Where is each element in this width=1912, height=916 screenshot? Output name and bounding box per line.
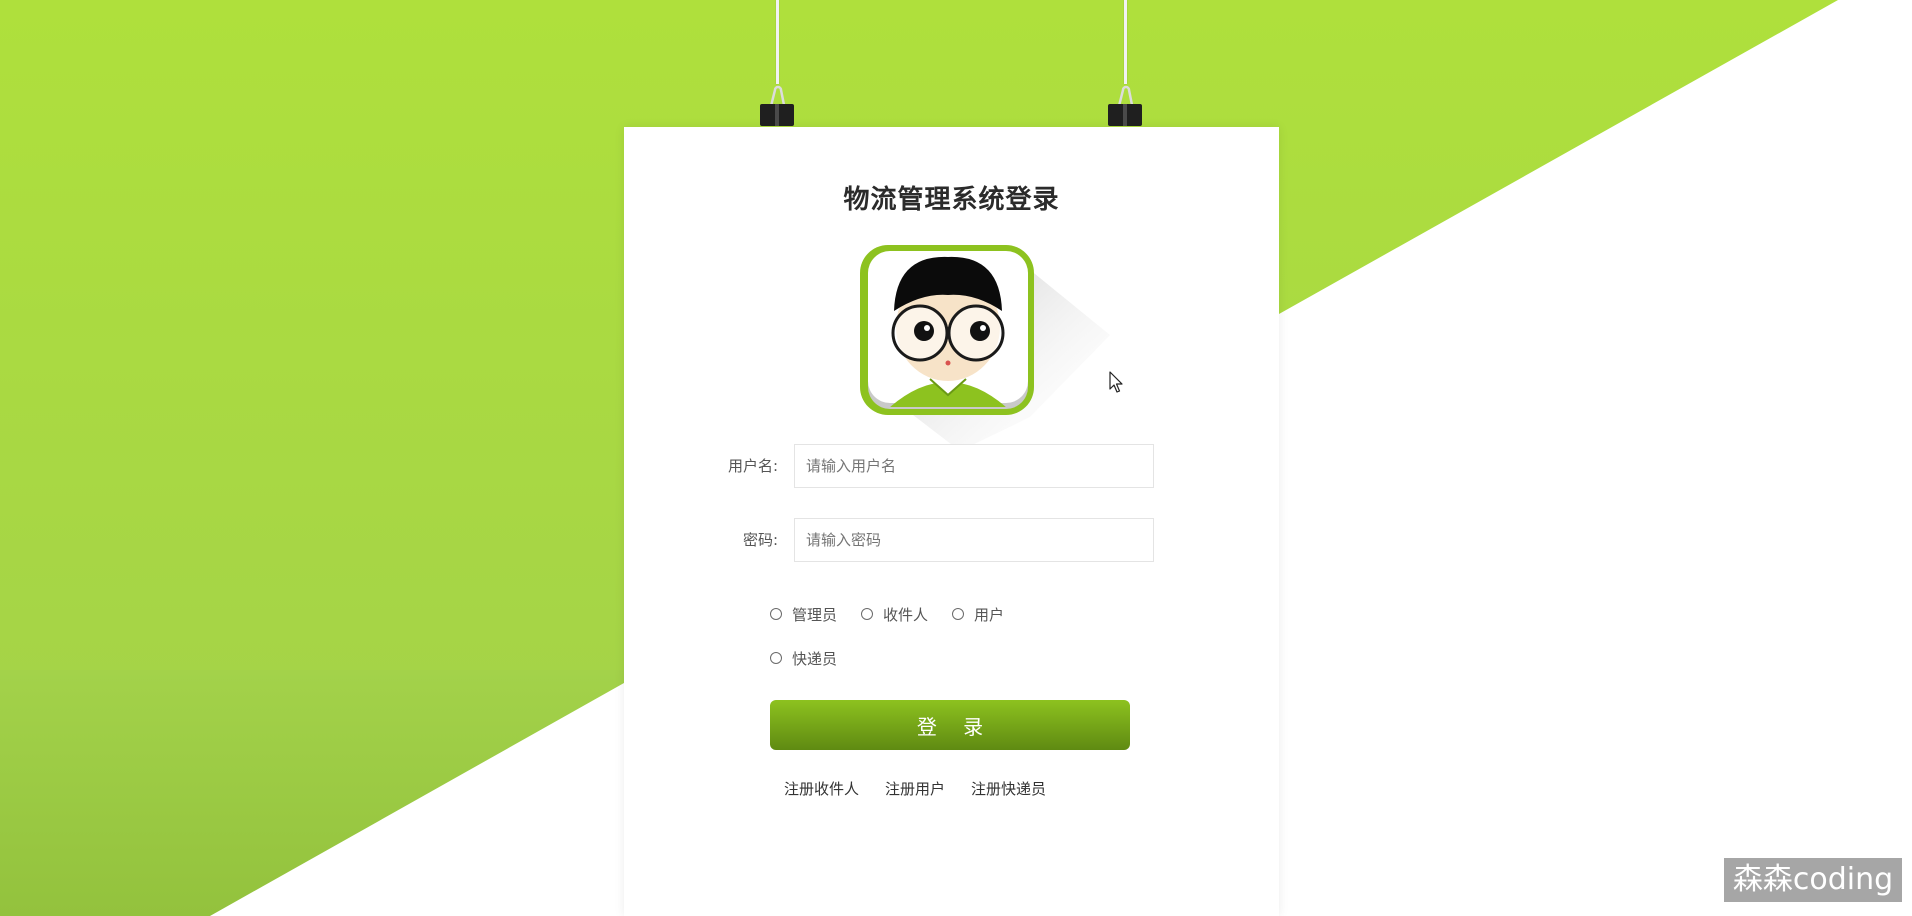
role-label-recipient: 收件人 — [883, 605, 929, 624]
watermark: 森森coding — [1724, 858, 1902, 902]
role-label-admin: 管理员 — [792, 605, 838, 624]
role-radio-row-1: 管理员 收件人 用户 — [770, 602, 1028, 626]
role-option-admin[interactable]: 管理员 — [770, 604, 837, 625]
mouse-cursor-icon — [1109, 371, 1123, 393]
register-recipient-link[interactable]: 注册收件人 — [784, 778, 859, 799]
register-user-link[interactable]: 注册用户 — [885, 778, 945, 799]
background-green-bottom — [0, 670, 624, 916]
role-option-recipient[interactable]: 收件人 — [861, 604, 928, 625]
username-row: 用户名: — [684, 444, 1154, 488]
binder-clip-left-icon — [760, 85, 794, 126]
radio-courier[interactable] — [770, 652, 782, 664]
hanging-string-right — [1124, 0, 1127, 84]
radio-user[interactable] — [952, 608, 965, 620]
username-input[interactable] — [794, 444, 1154, 488]
role-label-user: 用户 — [974, 605, 1005, 624]
login-button[interactable]: 登 录 — [770, 700, 1130, 750]
page-title: 物流管理系统登录 — [843, 185, 1060, 215]
username-label: 用户名: — [727, 457, 778, 475]
password-label: 密码: — [742, 531, 778, 549]
hanging-string-left — [776, 0, 779, 84]
register-links: 注册收件人 注册用户 注册快递员 — [784, 778, 1072, 799]
role-label-courier: 快递员 — [792, 649, 838, 668]
role-radio-row-2: 快递员 — [770, 646, 861, 670]
radio-recipient[interactable] — [861, 608, 874, 620]
avatar-icon — [860, 245, 1110, 445]
register-courier-link[interactable]: 注册快递员 — [971, 778, 1046, 799]
password-row: 密码: — [684, 518, 1154, 562]
role-option-user[interactable]: 用户 — [952, 604, 1004, 625]
radio-admin[interactable] — [770, 608, 782, 620]
password-input[interactable] — [794, 518, 1154, 562]
login-card: 物流管理系统登录 用户名: 请输入用户名 密码: 管理员 收件人 用户 快递员 … — [624, 127, 1279, 916]
binder-clip-right-icon — [1108, 85, 1142, 126]
role-option-courier[interactable]: 快递员 — [770, 648, 837, 669]
